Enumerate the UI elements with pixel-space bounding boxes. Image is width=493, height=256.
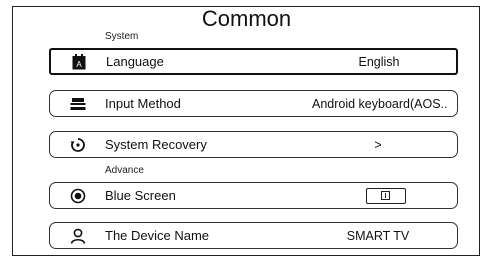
input-method-value: Android keyboard(AOS.. bbox=[312, 96, 448, 111]
page-title: Common bbox=[201, 6, 292, 31]
radio-dot-icon bbox=[68, 186, 88, 206]
system-recovery-label: System Recovery bbox=[105, 137, 207, 152]
system-recovery-chevron-icon: > bbox=[374, 137, 382, 152]
keyboard-icon bbox=[68, 94, 88, 114]
recovery-icon bbox=[68, 135, 88, 155]
blue-screen-row[interactable]: Blue Screen bbox=[49, 182, 458, 209]
blue-screen-toggle[interactable] bbox=[366, 187, 406, 204]
input-method-row[interactable]: Input Method Android keyboard(AOS.. bbox=[49, 90, 458, 117]
section-header-advance: Advance bbox=[105, 165, 144, 176]
language-value: English bbox=[358, 54, 400, 69]
device-name-value: SMART TV bbox=[346, 228, 410, 243]
system-recovery-row[interactable]: System Recovery > bbox=[49, 131, 458, 158]
toggle-knob bbox=[381, 190, 390, 200]
device-name-row[interactable]: The Device Name SMART TV bbox=[49, 222, 458, 249]
blue-screen-label: Blue Screen bbox=[105, 188, 176, 203]
device-name-label: The Device Name bbox=[105, 228, 210, 243]
section-header-system: System bbox=[105, 31, 139, 42]
person-icon bbox=[68, 226, 88, 246]
calendar-icon: A bbox=[69, 52, 89, 72]
svg-text:A: A bbox=[76, 60, 82, 69]
language-row[interactable]: A Language English bbox=[49, 48, 458, 75]
input-method-label: Input Method bbox=[105, 96, 181, 111]
language-label: Language bbox=[106, 54, 164, 69]
